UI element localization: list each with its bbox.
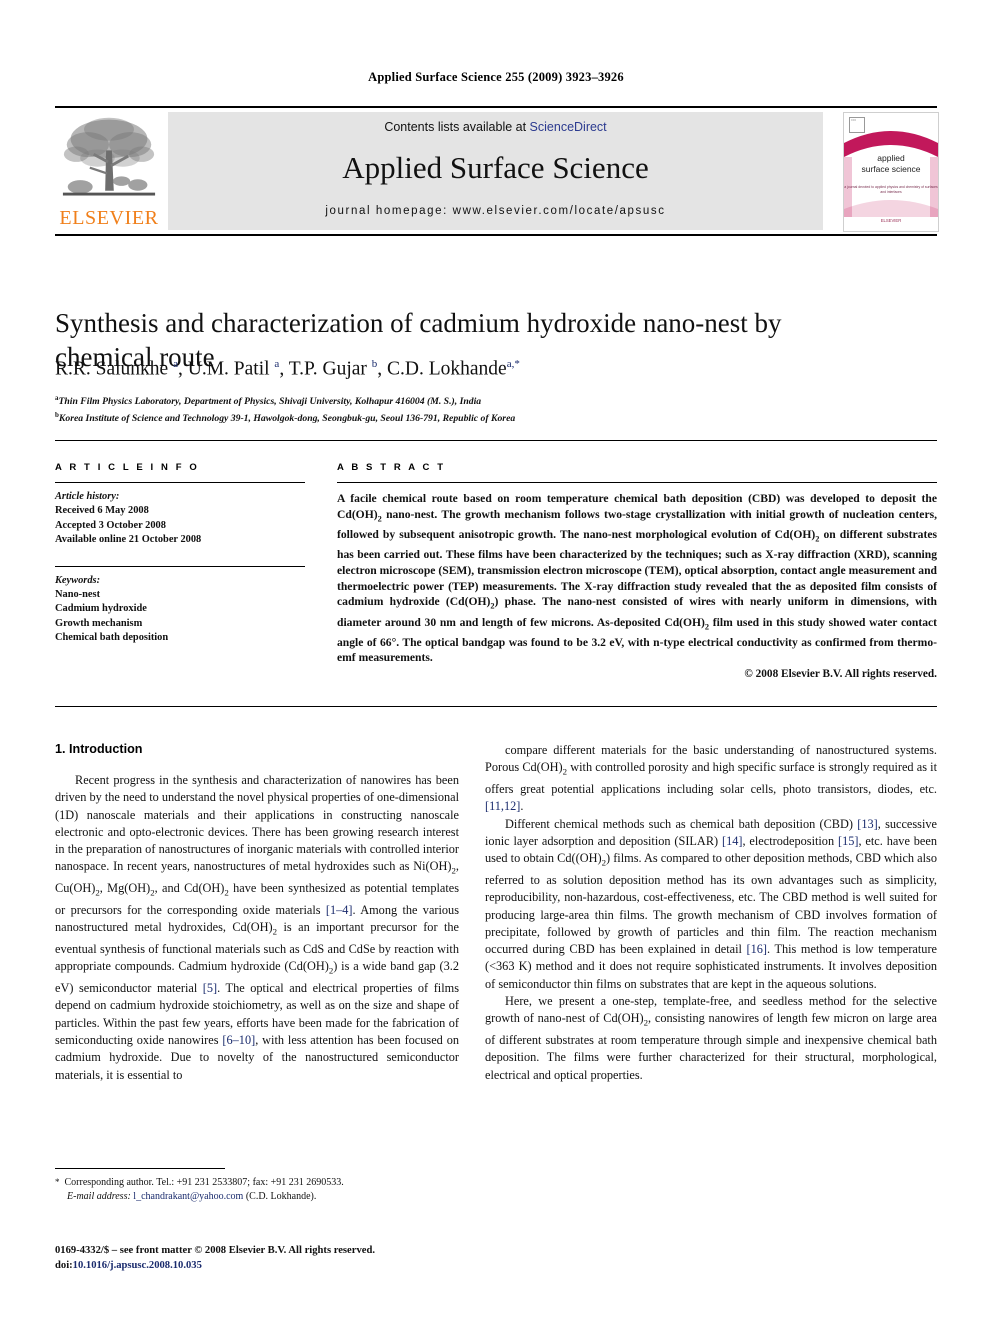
divider-below-abstract xyxy=(55,706,937,707)
corresponding-author-note: * Corresponding author. Tel.: +91 231 25… xyxy=(55,1177,344,1188)
keywords-label: Keywords: xyxy=(55,574,101,586)
article-received-date: Received 6 May 2008 xyxy=(55,505,149,517)
contents-available-line: Contents lists available at ScienceDirec… xyxy=(168,120,823,134)
keyword-item: Nano-nest xyxy=(55,589,101,601)
elsevier-wordmark: ELSEVIER xyxy=(59,207,159,229)
journal-masthead: ELSEVIER Contents lists available at Sci… xyxy=(55,106,939,236)
cover-publisher-brand: ELSEVIER xyxy=(880,218,902,223)
elsevier-logo: ELSEVIER xyxy=(55,108,163,234)
doi-line: doi:10.1016/j.apsusc.2008.10.035 xyxy=(55,1260,202,1271)
abstract-block: A B S T R A C T A facile chemical route … xyxy=(337,462,937,680)
article-info-block: A R T I C L E I N F O Article history: R… xyxy=(55,462,305,646)
cover-title-line2: surface science xyxy=(861,164,921,174)
divider-above-info xyxy=(55,440,937,441)
abstract-heading: A B S T R A C T xyxy=(337,462,446,473)
keyword-item: Growth mechanism xyxy=(55,617,143,629)
imprint-block: 0169-4332/$ – see front matter © 2008 El… xyxy=(55,1243,525,1273)
body-paragraph: Here, we present a one-step, template-fr… xyxy=(485,994,937,1082)
paper-page: Applied Surface Science 255 (2009) 3923–… xyxy=(0,0,992,1323)
body-paragraph: Different chemical methods such as chemi… xyxy=(485,816,937,991)
contents-band: Contents lists available at ScienceDirec… xyxy=(168,112,823,230)
running-head: Applied Surface Science 255 (2009) 3923–… xyxy=(368,70,624,84)
section-heading-introduction: 1. Introduction xyxy=(55,742,143,756)
copyright-line: © 2008 Elsevier B.V. All rights reserved… xyxy=(744,668,937,681)
affiliation-a: aThin Film Physics Laboratory, Departmen… xyxy=(55,394,482,408)
article-available-date: Available online 21 October 2008 xyxy=(55,534,202,546)
keywords-rule xyxy=(55,565,305,567)
article-info-heading: A R T I C L E I N F O xyxy=(55,462,200,473)
affiliation-b: bKorea Institute of Science and Technolo… xyxy=(55,410,516,424)
keyword-item: Chemical bath deposition xyxy=(55,632,169,644)
corresponding-email-note: E-mail address: l_chandrakant@yahoo.com … xyxy=(67,1190,317,1202)
abstract-rule xyxy=(337,482,937,483)
cover-title-line1: applied xyxy=(877,153,905,163)
contents-prefix: Contents lists available at xyxy=(384,120,530,134)
journal-title: Applied Surface Science xyxy=(342,150,649,185)
cover-subtitle: a journal devoted to applied physics and… xyxy=(844,185,938,194)
keyword-item: Cadmium hydroxide xyxy=(55,603,147,615)
footnote-divider xyxy=(55,1168,225,1169)
affiliation-a-text: Thin Film Physics Laboratory, Department… xyxy=(58,396,482,408)
journal-cover-thumbnail: ≡≡≡ applied surface science a journal de… xyxy=(843,112,939,232)
sciencedirect-link[interactable]: ScienceDirect xyxy=(530,120,607,134)
affiliation-b-text: Korea Institute of Science and Technolog… xyxy=(58,412,516,424)
affiliation-list: aThin Film Physics Laboratory, Departmen… xyxy=(55,392,875,425)
footnote-block: * Corresponding author. Tel.: +91 231 25… xyxy=(55,1176,459,1203)
body-paragraph: compare different materials for the basi… xyxy=(485,743,937,814)
elsevier-tree-icon xyxy=(62,117,156,196)
cover-journal-title: applied surface science xyxy=(844,153,938,175)
article-info-rule xyxy=(55,482,305,483)
author-list: R.R. Salunkhe a, U.M. Patil a, T.P. Guja… xyxy=(55,358,520,380)
abstract-text: A facile chemical route based on room te… xyxy=(337,492,937,665)
cover-mini-logo-icon: ≡≡≡ xyxy=(849,117,865,133)
article-accepted-date: Accepted 3 October 2008 xyxy=(55,519,166,531)
body-column-right: compare different materials for the basi… xyxy=(485,742,937,1084)
body-column-left: 1. Introduction Recent progress in the s… xyxy=(55,742,459,1084)
body-paragraph: Recent progress in the synthesis and cha… xyxy=(55,773,460,1082)
article-history-label: Article history: xyxy=(55,491,120,502)
issn-copyright-line: 0169-4332/$ – see front matter © 2008 El… xyxy=(55,1245,375,1256)
journal-homepage-link[interactable]: journal homepage: www.elsevier.com/locat… xyxy=(168,205,823,217)
